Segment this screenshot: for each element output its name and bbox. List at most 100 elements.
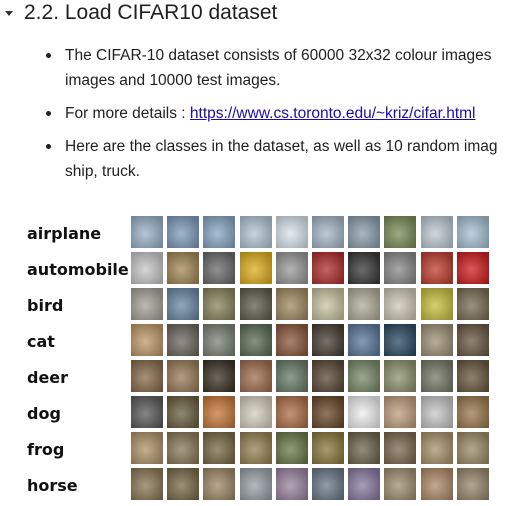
cifar10-sample-figure: airplane automobile bird cat deer dog frog hors… [0,212,508,506]
collapse-caret-icon[interactable] [5,11,13,16]
sample-image-cat-8 [384,324,417,356]
sample-image-frog-9 [420,432,453,464]
sample-image-airplane-3 [203,216,236,248]
sample-image-cat-10 [456,324,489,356]
sample-image-automobile-7 [348,252,381,284]
sample-image-bird-1 [131,288,163,320]
sample-image-automobile-2 [167,252,200,284]
sample-image-frog-8 [384,432,417,464]
sample-image-deer-3 [203,360,236,392]
sample-image-cat-5 [275,324,308,356]
section-number: 2.2. [24,1,60,24]
class-label-deer: deer [27,368,69,387]
sample-image-automobile-5 [275,252,308,284]
bullet-dot-icon [46,111,51,116]
bullet-dot-icon [46,53,51,58]
sample-image-cat-3 [203,324,236,356]
sample-image-bird-9 [420,288,453,320]
sample-image-frog-4 [239,432,272,464]
sample-image-deer-6 [312,360,344,392]
bullet-text-line2: ship, truck. [65,163,140,180]
sample-image-dog-5 [275,396,308,428]
sample-image-frog-1 [131,432,163,464]
class-label-airplane: airplane [27,224,102,243]
sample-image-bird-8 [384,288,417,320]
sample-image-automobile-4 [239,252,272,284]
sample-image-automobile-8 [384,252,417,284]
sample-image-bird-10 [456,288,489,320]
sample-image-horse-7 [348,468,381,500]
class-label-horse: horse [27,476,78,495]
sample-image-cat-1 [131,324,163,356]
sample-image-dog-7 [348,396,381,428]
section-title: 2.2. Load CIFAR10 dataset [24,1,277,25]
sample-image-dog-8 [384,396,417,428]
sample-image-dog-6 [312,396,344,428]
sample-image-airplane-9 [420,216,453,248]
sample-image-deer-7 [348,360,381,392]
sample-image-airplane-10 [456,216,489,248]
sample-image-airplane-5 [275,216,308,248]
sample-image-horse-9 [420,468,453,500]
sample-image-bird-7 [348,288,381,320]
sample-image-cat-7 [348,324,381,356]
sample-image-bird-5 [275,288,308,320]
sample-image-deer-8 [384,360,417,392]
sample-image-deer-9 [420,360,453,392]
sample-image-dog-2 [167,396,200,428]
sample-image-horse-8 [384,468,417,500]
bullet-text: For more details : https://www.cs.toront… [65,101,475,126]
sample-image-bird-4 [239,288,272,320]
sample-image-dog-3 [203,396,236,428]
sample-image-horse-5 [275,468,308,500]
sample-image-airplane-8 [384,216,417,248]
sample-image-deer-10 [456,360,489,392]
sample-image-automobile-1 [131,252,163,284]
cifar-link[interactable]: https://www.cs.toronto.edu/~kriz/cifar.h… [190,105,476,122]
sample-image-dog-4 [239,396,272,428]
sample-image-frog-10 [456,432,489,464]
bullet-text-line1: Here are the classes in the dataset, as … [65,138,498,155]
sample-image-deer-4 [239,360,272,392]
sample-image-deer-5 [275,360,308,392]
sample-image-deer-2 [167,360,200,392]
sample-image-bird-3 [203,288,236,320]
sample-image-horse-3 [203,468,236,500]
bullet-dot-icon [46,144,51,149]
sample-image-frog-2 [167,432,200,464]
sample-image-horse-6 [312,468,344,500]
sample-image-dog-1 [131,396,163,428]
sample-image-automobile-9 [420,252,453,284]
sample-image-frog-3 [203,432,236,464]
sample-image-horse-4 [239,468,272,500]
sample-image-cat-9 [420,324,453,356]
section-title-text: Load CIFAR10 dataset [64,1,278,24]
sample-image-frog-7 [348,432,381,464]
sample-image-dog-10 [456,396,489,428]
sample-image-horse-10 [456,468,489,500]
sample-image-frog-5 [275,432,308,464]
class-label-dog: dog [27,404,61,423]
class-label-bird: bird [27,296,64,315]
sample-image-cat-2 [167,324,200,356]
details-prefix: For more details : [65,105,190,122]
sample-image-automobile-3 [203,252,236,284]
bullet-text-line1: The CIFAR-10 dataset consists of 60000 3… [65,47,492,64]
sample-image-cat-4 [239,324,272,356]
sample-image-dog-9 [420,396,453,428]
bullet-text-line2: images and 10000 test images. [65,72,281,89]
sample-image-horse-1 [131,468,163,500]
sample-image-airplane-6 [312,216,344,248]
section-header[interactable]: 2.2. Load CIFAR10 dataset [0,0,508,30]
sample-image-automobile-6 [312,252,344,284]
sample-image-horse-2 [167,468,200,500]
sample-image-airplane-4 [239,216,272,248]
sample-image-frog-6 [312,432,344,464]
sample-image-bird-2 [167,288,200,320]
sample-image-automobile-10 [456,252,489,284]
class-label-frog: frog [27,440,65,459]
sample-image-deer-1 [131,360,163,392]
sample-image-airplane-7 [348,216,381,248]
class-label-cat: cat [27,332,55,351]
class-label-automobile: automobile [27,260,129,279]
